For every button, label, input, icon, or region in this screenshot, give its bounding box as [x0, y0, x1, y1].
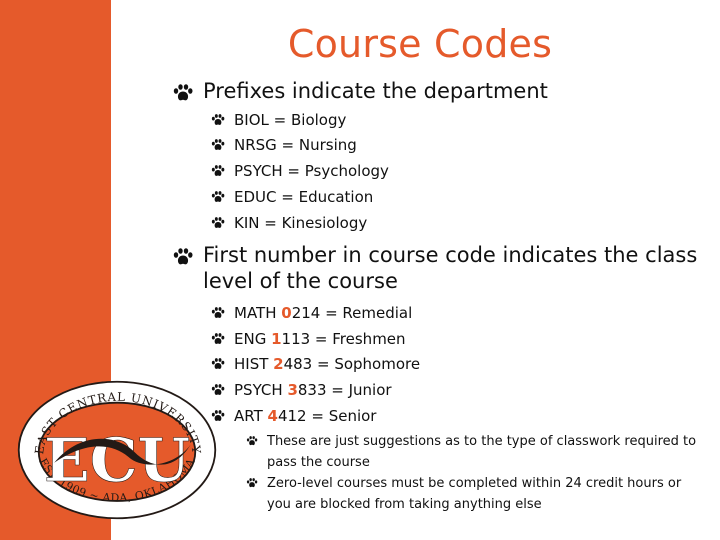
level-digit: 0 — [281, 304, 292, 322]
course-example: MATH 0214 = Remedial — [234, 303, 412, 323]
course-prefix: ART — [234, 407, 268, 425]
paw-print-icon — [172, 84, 194, 102]
prefix-mapping: PSYCH = Psychology — [234, 162, 389, 180]
prefix-mapping: EDUC = Education — [234, 188, 374, 206]
paw-print-icon — [211, 165, 225, 177]
course-example: ART 4412 = Senior — [234, 406, 376, 426]
list-item: ENG 1113 = Freshmen — [211, 329, 406, 349]
paw-print-icon — [211, 333, 225, 345]
slide-title: Course Codes — [287, 22, 553, 66]
list-item: HIST 2483 = Sophomore — [211, 354, 420, 374]
level-digit: 2 — [273, 355, 284, 373]
course-prefix: ENG — [234, 330, 272, 348]
prefix-mapping: KIN = Kinesiology — [234, 214, 368, 232]
note-line1: These are just suggestions as to the typ… — [267, 434, 697, 449]
list-item: NRSG = Nursing — [211, 135, 357, 155]
bullet-prefixes: Prefixes indicate the department — [172, 78, 548, 104]
note-line2: you are blocked from taking anything els… — [267, 497, 542, 512]
level-digit: 1 — [271, 330, 282, 348]
paw-print-icon — [211, 358, 225, 370]
list-item: KIN = Kinesiology — [211, 213, 367, 233]
list-item: PSYCH 3833 = Junior — [211, 380, 392, 400]
paw-print-icon — [246, 478, 258, 488]
course-prefix: PSYCH — [234, 381, 288, 399]
course-level: 833 = Junior — [297, 381, 392, 399]
ecu-logo: EAST CENTRAL UNIVERSITY EST. 1909 ~ ADA,… — [17, 380, 217, 520]
note-line2: pass the course — [267, 455, 370, 470]
paw-print-icon — [211, 139, 225, 151]
note-item: Zero-level courses must be completed wit… — [246, 473, 681, 515]
bullet-text: Prefixes indicate the department — [203, 79, 548, 103]
level-digit: 3 — [287, 381, 298, 399]
course-level: 214 = Remedial — [291, 304, 413, 322]
course-example: PSYCH 3833 = Junior — [234, 380, 392, 400]
paw-print-icon — [211, 217, 225, 229]
list-item: EDUC = Education — [211, 187, 373, 207]
course-example: ENG 1113 = Freshmen — [234, 329, 406, 349]
bullet-first-number: First number in course code indicates th… — [172, 242, 697, 294]
note-line1: Zero-level courses must be completed wit… — [267, 476, 682, 491]
prefix-mapping: NRSG = Nursing — [234, 136, 357, 154]
paw-print-icon — [211, 307, 225, 319]
course-level: 412 = Senior — [277, 407, 377, 425]
course-level: 113 = Freshmen — [281, 330, 406, 348]
course-level: 483 = Sophomore — [283, 355, 421, 373]
paw-print-icon — [172, 248, 194, 266]
course-example: HIST 2483 = Sophomore — [234, 354, 420, 374]
list-item: MATH 0214 = Remedial — [211, 303, 412, 323]
logo-letters: ECU — [44, 426, 190, 496]
course-prefix: HIST — [234, 355, 274, 373]
level-digit: 4 — [267, 407, 278, 425]
paw-print-icon — [246, 436, 258, 446]
list-item: ART 4412 = Senior — [211, 406, 376, 426]
bullet-text-line1: First number in course code indicates th… — [203, 243, 698, 267]
list-item: BIOL = Biology — [211, 110, 346, 130]
paw-print-icon — [211, 191, 225, 203]
prefix-mapping: BIOL = Biology — [234, 111, 347, 129]
paw-print-icon — [211, 114, 225, 126]
bullet-text-line2: level of the course — [203, 269, 398, 293]
list-item: PSYCH = Psychology — [211, 161, 389, 181]
course-prefix: MATH — [234, 304, 282, 322]
note-item: These are just suggestions as to the typ… — [246, 431, 696, 473]
